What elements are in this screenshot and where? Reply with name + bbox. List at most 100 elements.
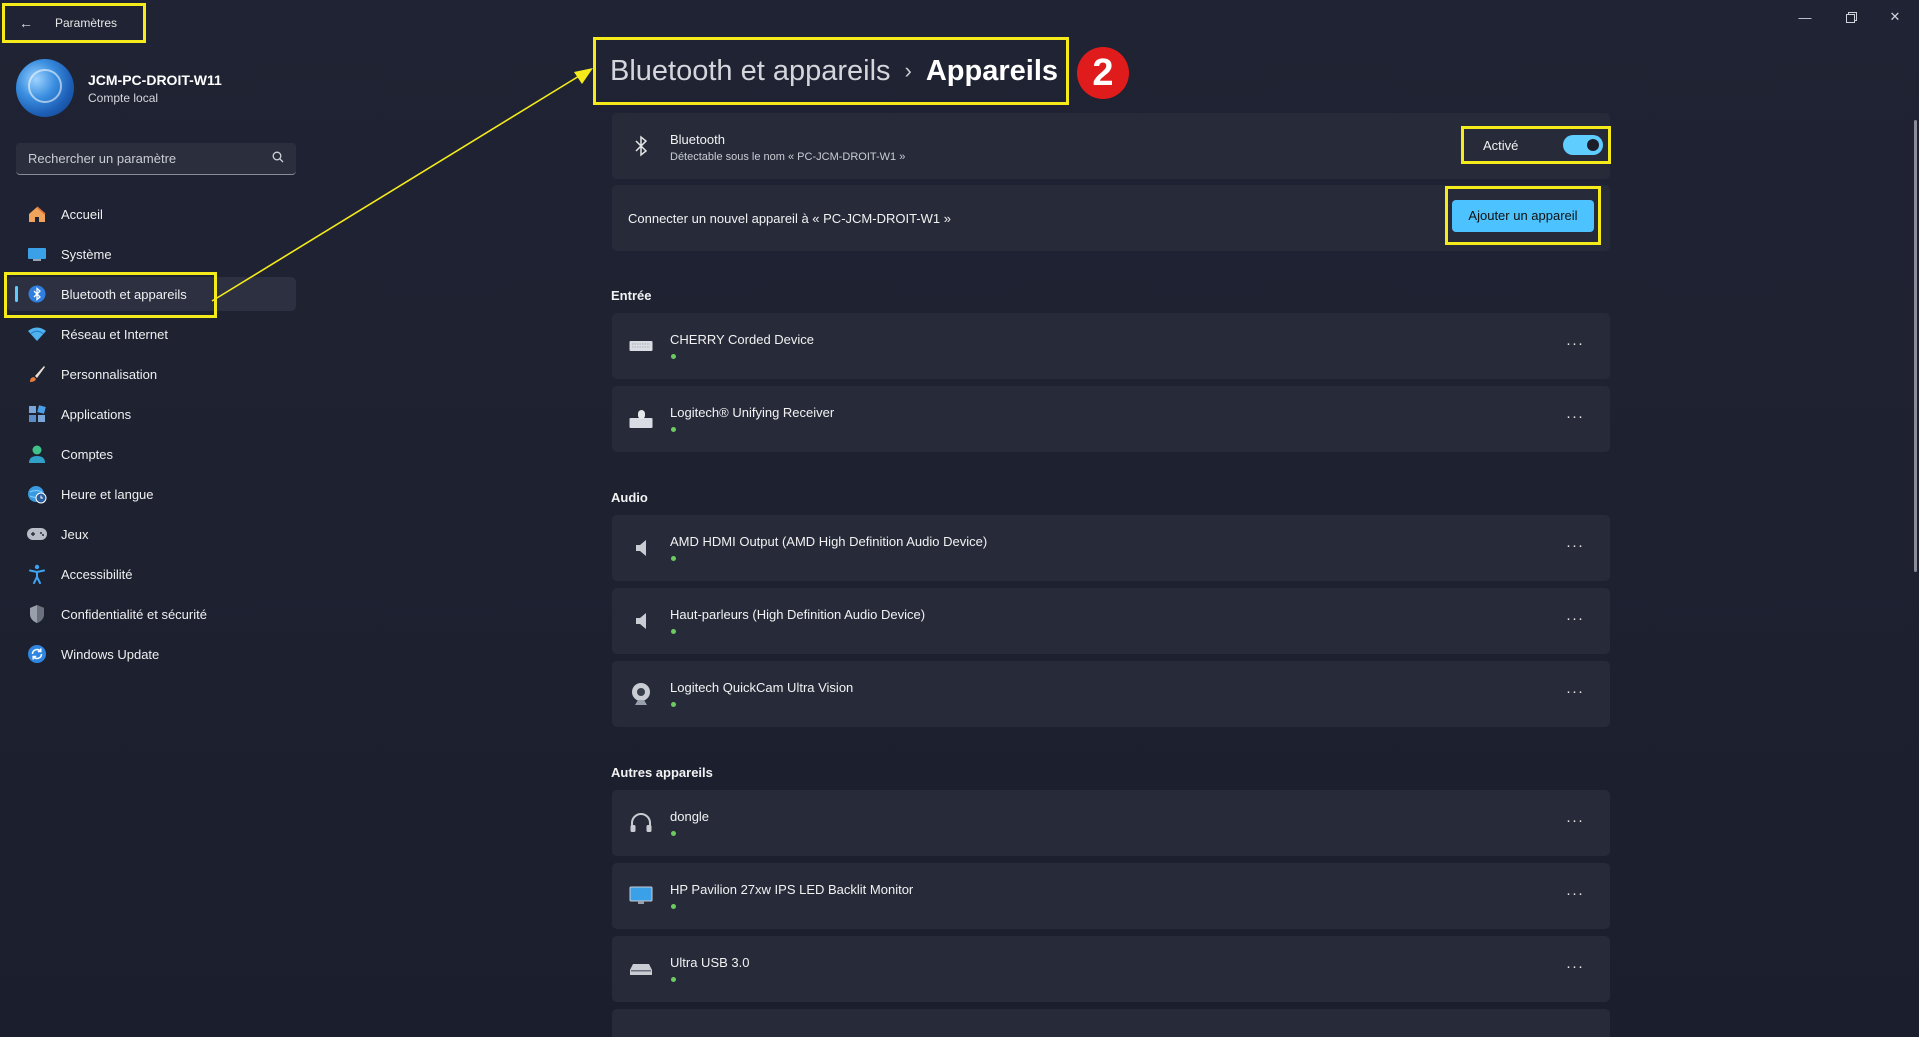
add-device-highlight: Ajouter un appareil bbox=[1445, 186, 1601, 245]
more-options-icon[interactable]: ··· bbox=[1566, 408, 1584, 425]
more-options-icon[interactable]: ··· bbox=[1566, 958, 1584, 975]
home-icon bbox=[25, 202, 49, 226]
more-options-icon[interactable]: ··· bbox=[1566, 812, 1584, 829]
breadcrumb: Bluetooth et appareils › Appareils bbox=[593, 37, 1069, 105]
bluetooth-toggle-highlight: Activé bbox=[1461, 126, 1611, 164]
speaker-icon bbox=[628, 535, 654, 561]
sidebar-item-label: Réseau et Internet bbox=[61, 326, 168, 342]
device-name: HP Pavilion 27xw IPS LED Backlit Monitor bbox=[670, 882, 914, 897]
sidebar-item-reseau[interactable]: Réseau et Internet bbox=[7, 317, 296, 351]
step-badge: 2 bbox=[1077, 47, 1129, 99]
wifi-icon bbox=[25, 322, 49, 346]
device-row[interactable]: Logitech® Unifying Receiver ··· bbox=[612, 386, 1610, 452]
section-title-entree: Entrée bbox=[611, 288, 652, 303]
globe-clock-icon bbox=[25, 482, 49, 506]
sidebar-item-label: Personnalisation bbox=[61, 366, 158, 382]
search-icon[interactable] bbox=[272, 151, 284, 166]
sidebar-item-label: Accessibilité bbox=[61, 566, 133, 582]
more-options-icon[interactable]: ··· bbox=[1566, 335, 1584, 352]
add-device-button[interactable]: Ajouter un appareil bbox=[1452, 199, 1594, 232]
apps-icon bbox=[25, 402, 49, 426]
gamepad-icon bbox=[25, 522, 49, 546]
shield-icon bbox=[25, 602, 49, 626]
keyboard-icon bbox=[628, 333, 654, 359]
section-title-audio: Audio bbox=[611, 490, 648, 505]
toggle-state-label: Activé bbox=[1483, 137, 1519, 153]
avatar[interactable] bbox=[16, 59, 74, 117]
restore-icon[interactable] bbox=[1836, 6, 1866, 28]
device-row[interactable]: AMD HDMI Output (AMD High Definition Aud… bbox=[612, 515, 1610, 581]
close-icon[interactable]: ✕ bbox=[1880, 6, 1910, 28]
profile-name: JCM-PC-DROIT-W11 bbox=[88, 72, 222, 88]
sidebar-item-heure-langue[interactable]: Heure et langue bbox=[7, 477, 296, 511]
more-options-icon[interactable]: ··· bbox=[1566, 610, 1584, 627]
sidebar-item-personnalisation[interactable]: Personnalisation bbox=[7, 357, 296, 391]
device-name: CHERRY Corded Device bbox=[670, 332, 815, 347]
sidebar-item-jeux[interactable]: Jeux bbox=[7, 517, 296, 551]
chevron-right-icon: › bbox=[904, 58, 912, 83]
device-row[interactable]: Logitech QuickCam Ultra Vision ··· bbox=[612, 661, 1610, 727]
device-row-partial[interactable] bbox=[612, 1009, 1610, 1037]
status-dot bbox=[671, 831, 676, 836]
headset-icon bbox=[628, 810, 654, 836]
device-row[interactable]: dongle ··· bbox=[612, 790, 1610, 856]
bluetooth-toggle[interactable] bbox=[1563, 135, 1603, 155]
status-dot bbox=[671, 427, 676, 432]
sidebar-item-confidentialite[interactable]: Confidentialité et sécurité bbox=[7, 597, 296, 631]
search-input[interactable]: Rechercher un paramètre bbox=[16, 143, 296, 175]
brush-icon bbox=[25, 362, 49, 386]
bluetooth-icon bbox=[628, 133, 654, 159]
device-name: Logitech® Unifying Receiver bbox=[670, 405, 835, 420]
connect-label: Connecter un nouvel appareil à « PC-JCM-… bbox=[628, 211, 951, 226]
sidebar-item-label: Applications bbox=[61, 406, 132, 422]
breadcrumb-parent[interactable]: Bluetooth et appareils bbox=[610, 55, 891, 88]
scrollbar[interactable] bbox=[1914, 120, 1917, 572]
sync-icon bbox=[25, 642, 49, 666]
back-arrow-icon[interactable]: ← bbox=[19, 15, 33, 31]
sidebar-item-label: Windows Update bbox=[61, 646, 160, 662]
drive-icon bbox=[628, 956, 654, 982]
sidebar-item-label: Système bbox=[61, 246, 112, 262]
bluetooth-subtitle: Détectable sous le nom « PC-JCM-DROIT-W1… bbox=[670, 151, 906, 163]
more-options-icon[interactable]: ··· bbox=[1566, 683, 1584, 700]
page-title: Appareils bbox=[925, 54, 1059, 87]
person-icon bbox=[25, 442, 49, 466]
minimize-icon[interactable]: — bbox=[1790, 6, 1820, 28]
sidebar-item-label: Comptes bbox=[61, 446, 114, 462]
more-options-icon[interactable]: ··· bbox=[1566, 885, 1584, 902]
window-title: Paramètres bbox=[55, 16, 118, 30]
sidebar-item-accueil[interactable]: Accueil bbox=[7, 197, 296, 231]
sidebar-item-label: Jeux bbox=[61, 526, 89, 542]
more-options-icon[interactable]: ··· bbox=[1566, 537, 1584, 554]
status-dot bbox=[671, 904, 676, 909]
sidebar-item-comptes[interactable]: Comptes bbox=[7, 437, 296, 471]
sidebar-item-label: Confidentialité et sécurité bbox=[61, 606, 207, 622]
device-name: dongle bbox=[670, 809, 710, 824]
sidebar-item-accessibilite[interactable]: Accessibilité bbox=[7, 557, 296, 591]
accessibility-icon bbox=[25, 562, 49, 586]
device-row[interactable]: CHERRY Corded Device ··· bbox=[612, 313, 1610, 379]
device-row[interactable]: HP Pavilion 27xw IPS LED Backlit Monitor… bbox=[612, 863, 1610, 929]
status-dot bbox=[671, 977, 676, 982]
status-dot bbox=[671, 354, 676, 359]
monitor-icon bbox=[628, 883, 654, 909]
device-row[interactable]: Haut-parleurs (High Definition Audio Dev… bbox=[612, 588, 1610, 654]
sidebar-item-label: Heure et langue bbox=[61, 486, 154, 502]
monitor-icon bbox=[25, 242, 49, 266]
webcam-icon bbox=[628, 681, 654, 707]
device-name: Haut-parleurs (High Definition Audio Dev… bbox=[670, 607, 926, 622]
sidebar-item-label: Accueil bbox=[61, 206, 103, 222]
device-name: Logitech QuickCam Ultra Vision bbox=[670, 680, 854, 695]
status-dot bbox=[671, 629, 676, 634]
profile-account-type: Compte local bbox=[88, 91, 159, 105]
sidebar-item-windows-update[interactable]: Windows Update bbox=[7, 637, 296, 671]
status-dot bbox=[671, 702, 676, 707]
device-name: Ultra USB 3.0 bbox=[670, 955, 750, 970]
bluetooth-title: Bluetooth bbox=[670, 132, 725, 147]
sidebar-item-applications[interactable]: Applications bbox=[7, 397, 296, 431]
titlebar-highlight: ← Paramètres bbox=[2, 3, 146, 43]
device-name: AMD HDMI Output (AMD High Definition Aud… bbox=[670, 534, 988, 549]
device-row[interactable]: Ultra USB 3.0 ··· bbox=[612, 936, 1610, 1002]
nav-bluetooth-highlight bbox=[4, 272, 217, 318]
sidebar-item-systeme[interactable]: Système bbox=[7, 237, 296, 271]
